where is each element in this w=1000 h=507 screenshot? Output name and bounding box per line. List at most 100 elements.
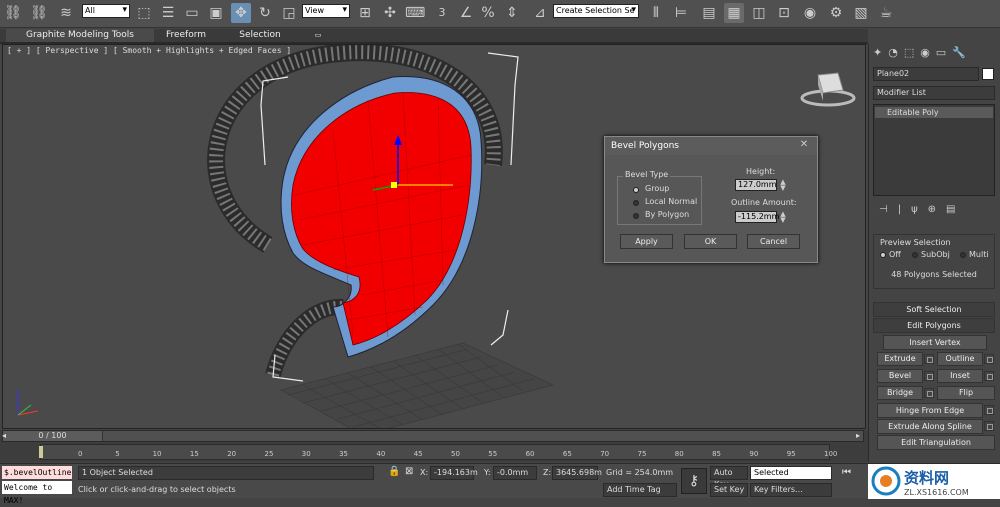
outline-settings-icon[interactable]	[984, 354, 994, 364]
spinner-snap-icon[interactable]: ⇕	[502, 3, 522, 23]
time-slider-thumb[interactable]: 0 / 100	[3, 431, 103, 441]
rect-selection-icon[interactable]: ▭	[182, 3, 202, 23]
graphite-toggle-icon[interactable]: ▦	[724, 3, 744, 23]
bevel-settings-icon[interactable]	[924, 371, 934, 381]
percent-snap-icon[interactable]: %	[478, 3, 498, 23]
inset-settings-icon[interactable]	[984, 371, 994, 381]
maxscript-listener-line2[interactable]: Welcome to MAX!	[2, 481, 72, 505]
lock-selection-icon[interactable]: 🔒	[388, 466, 400, 477]
link-icon[interactable]: ⛓	[3, 3, 23, 23]
tab-graphite-modeling-tools[interactable]: Graphite Modeling Tools	[6, 29, 154, 42]
add-time-tag-button[interactable]: Add Time Tag	[603, 483, 677, 497]
outline-spinner-arrows-icon[interactable]: ▲ ▼	[779, 211, 787, 224]
radio-preview-off[interactable]	[880, 252, 886, 258]
hinge-from-edge-button[interactable]: Hinge From Edge	[877, 403, 983, 418]
ribbon-minimize-icon[interactable]: ▭	[312, 29, 324, 42]
extrude-along-spline-button[interactable]: Extrude Along Spline	[877, 419, 983, 434]
soft-selection-rollout[interactable]: Soft Selection	[873, 302, 995, 317]
bind-space-warp-icon[interactable]: ≋	[56, 3, 76, 23]
height-spinner-arrows-icon[interactable]: ▲ ▼	[779, 179, 787, 192]
x-coordinate-field[interactable]: -194.163m	[430, 466, 478, 480]
current-frame-marker	[39, 446, 43, 458]
render-setup-icon[interactable]: ⚙	[826, 3, 846, 23]
schematic-view-icon[interactable]: ⊡	[774, 3, 794, 23]
insert-vertex-button[interactable]: Insert Vertex	[883, 335, 987, 350]
bevel-button[interactable]: Bevel	[877, 369, 923, 383]
outline-button[interactable]: Outline	[937, 352, 983, 366]
apply-button[interactable]: Apply	[620, 234, 673, 249]
slider-left-arrow-icon[interactable]: ◂	[2, 431, 10, 440]
extrude-spline-settings-icon[interactable]	[984, 421, 994, 431]
key-filters-button[interactable]: Key Filters...	[750, 483, 832, 497]
y-coordinate-field[interactable]: -0.0mm	[493, 466, 537, 480]
radio-by-polygon[interactable]	[633, 213, 639, 219]
outline-amount-spinner-input[interactable]: -115.2mm	[735, 211, 779, 223]
named-selection-dropdown[interactable]: Create Selection Se	[553, 4, 639, 18]
modifier-stack: Editable Poly	[873, 104, 995, 196]
perspective-viewport[interactable]: [ + ] [ Perspective ] [ Smooth + Highlig…	[2, 44, 866, 429]
ok-button[interactable]: OK	[684, 234, 737, 249]
set-key-button[interactable]: Set Key	[710, 483, 748, 497]
snap-toggle-icon[interactable]: 3	[432, 3, 452, 23]
track-tick-label: 90	[749, 450, 759, 458]
extrude-button[interactable]: Extrude	[877, 352, 923, 366]
key-mode-dropdown[interactable]: Selected	[750, 466, 832, 480]
material-editor-icon[interactable]: ◉	[800, 3, 820, 23]
track-tick-label: 0	[78, 450, 83, 458]
keyboard-shortcut-icon[interactable]: ⌨	[405, 3, 425, 23]
stack-tools-icons[interactable]: ⊣|ψ⊕▤	[879, 204, 966, 215]
dialog-title[interactable]: Bevel Polygons	[605, 137, 817, 155]
radio-local-normal[interactable]	[633, 200, 639, 206]
object-name-field[interactable]: Plane02	[873, 67, 979, 81]
flip-button[interactable]: Flip	[937, 386, 995, 400]
select-move-icon[interactable]: ✥	[231, 3, 251, 23]
unlink-icon[interactable]: ⛓	[29, 3, 49, 23]
select-manipulate-icon[interactable]: ✣	[380, 3, 400, 23]
window-crossing-icon[interactable]: ▣	[206, 3, 226, 23]
select-object-icon[interactable]: ⬚	[134, 3, 154, 23]
close-icon[interactable]: ✕	[797, 139, 811, 151]
select-rotate-icon[interactable]: ↻	[255, 3, 275, 23]
selection-filter-dropdown[interactable]: All	[82, 4, 130, 18]
hinge-settings-icon[interactable]	[984, 405, 994, 415]
align-icon[interactable]: ⊨	[671, 3, 691, 23]
edit-polygons-rollout[interactable]: Edit Polygons	[873, 318, 995, 333]
z-coordinate-field[interactable]: 3645.698m	[552, 466, 602, 480]
track-tick-label: 80	[674, 450, 684, 458]
reference-coord-dropdown[interactable]: View	[302, 4, 350, 18]
absolute-mode-icon[interactable]: ⊠	[405, 466, 413, 477]
angle-snap-icon[interactable]: ∠	[456, 3, 476, 23]
bevel-type-label: Bevel Type	[623, 170, 671, 179]
edit-triangulation-button[interactable]: Edit Triangulation	[877, 435, 995, 450]
time-slider[interactable]: 0 / 100 ◂ ▸	[2, 430, 864, 442]
modifier-list-dropdown[interactable]: Modifier List	[873, 86, 995, 100]
extrude-settings-icon[interactable]	[924, 354, 934, 364]
select-by-name-icon[interactable]: ☰	[158, 3, 178, 23]
command-panel-tabs[interactable]: ✦◔⬚◉▭🔧	[873, 46, 997, 60]
height-spinner-input[interactable]: 127.0mm	[735, 179, 777, 191]
curve-editor-icon[interactable]: ◫	[749, 3, 769, 23]
edit-named-selection-icon[interactable]: ⊿	[530, 3, 550, 23]
stack-item-editable-poly[interactable]: Editable Poly	[875, 107, 993, 118]
pivot-center-icon[interactable]: ⊞	[355, 3, 375, 23]
radio-preview-subobj[interactable]	[912, 252, 918, 258]
rendered-frame-icon[interactable]: ▧	[851, 3, 871, 23]
bridge-settings-icon[interactable]	[924, 388, 934, 398]
slider-right-arrow-icon[interactable]: ▸	[856, 431, 864, 440]
render-production-icon[interactable]: ☕	[876, 3, 896, 23]
auto-key-button[interactable]: Auto Key	[710, 466, 748, 489]
object-color-swatch[interactable]	[982, 68, 994, 80]
select-scale-icon[interactable]: ◲	[279, 3, 299, 23]
mirror-icon[interactable]: ⫴	[646, 3, 666, 23]
tab-selection[interactable]: Selection	[230, 29, 290, 42]
set-key-icon[interactable]: ⚷	[681, 468, 707, 494]
inset-button[interactable]: Inset	[937, 369, 983, 383]
radio-preview-multi[interactable]	[960, 252, 966, 258]
radio-group[interactable]	[633, 187, 639, 193]
tab-freeform[interactable]: Freeform	[158, 29, 214, 42]
layer-manager-icon[interactable]: ▤	[699, 3, 719, 23]
cancel-button[interactable]: Cancel	[747, 234, 800, 249]
maxscript-listener-line1[interactable]: $.bevelOutline	[2, 466, 72, 479]
go-to-start-icon[interactable]: ⏮	[842, 467, 851, 478]
bridge-button[interactable]: Bridge	[877, 386, 923, 400]
